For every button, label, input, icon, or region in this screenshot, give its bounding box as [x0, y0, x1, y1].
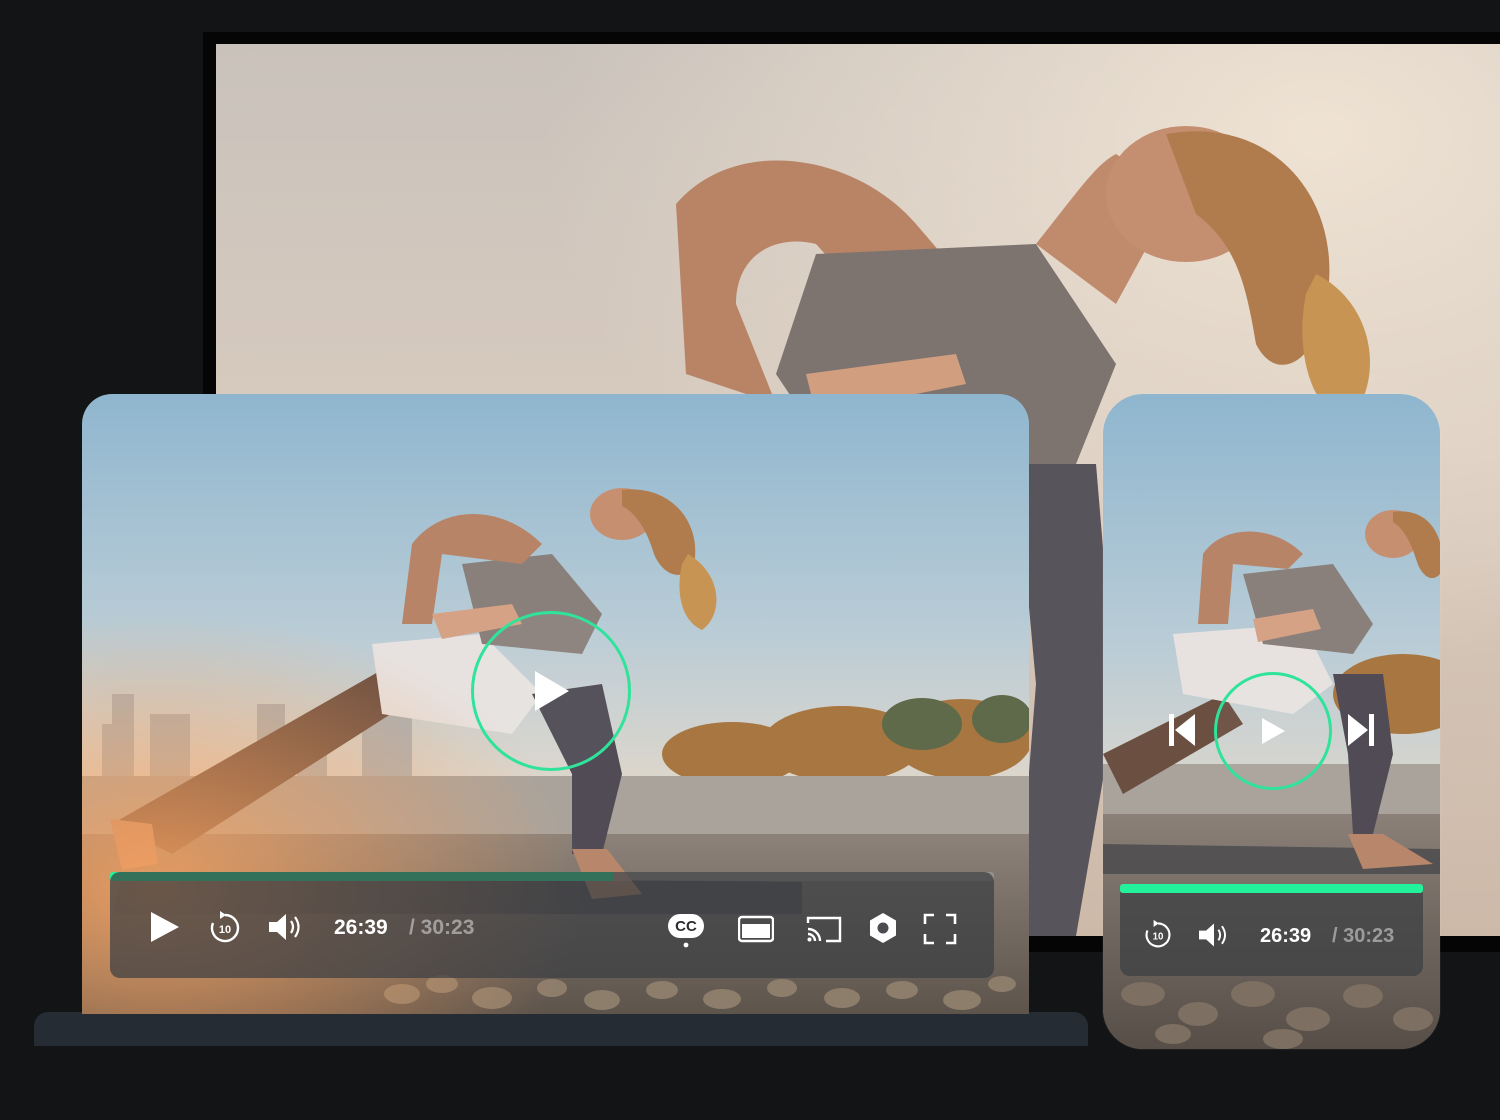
current-time: 26:39 [1260, 925, 1312, 947]
cast-icon[interactable] [806, 915, 842, 943]
replay-10-icon[interactable]: 10 [1143, 918, 1173, 950]
fullscreen-icon[interactable] [923, 913, 957, 945]
total-time: / 30:23 [1332, 925, 1395, 947]
seek-bar-played [1120, 884, 1423, 893]
play-icon[interactable] [147, 910, 181, 944]
phone-video-player[interactable]: 10 26:39 / 30:23 [1103, 394, 1440, 1049]
laptop-video-player[interactable]: 10 26:39 / 30:23 CC [82, 394, 1029, 1014]
svg-text:10: 10 [219, 924, 231, 936]
laptop-base [34, 1012, 1088, 1046]
picture-in-picture-icon[interactable] [738, 915, 774, 943]
skip-previous-icon[interactable] [1167, 712, 1197, 748]
play-icon [535, 671, 569, 711]
volume-icon[interactable] [267, 910, 305, 944]
laptop-control-bar [110, 872, 994, 978]
seek-bar[interactable] [1120, 884, 1423, 893]
total-time: / 30:23 [409, 916, 475, 939]
skip-next-icon[interactable] [1346, 712, 1376, 748]
svg-text:10: 10 [1153, 931, 1164, 942]
replay-10-icon[interactable]: 10 [208, 909, 242, 945]
big-play-button[interactable] [471, 611, 631, 771]
volume-icon[interactable] [1197, 920, 1231, 950]
current-time: 26:39 [334, 916, 388, 939]
closed-captions-button[interactable]: CC [667, 912, 705, 948]
settings-icon[interactable] [868, 912, 898, 944]
closed-captions-label: CC [675, 918, 697, 935]
big-play-button[interactable] [1214, 672, 1332, 790]
play-icon [1262, 718, 1285, 744]
